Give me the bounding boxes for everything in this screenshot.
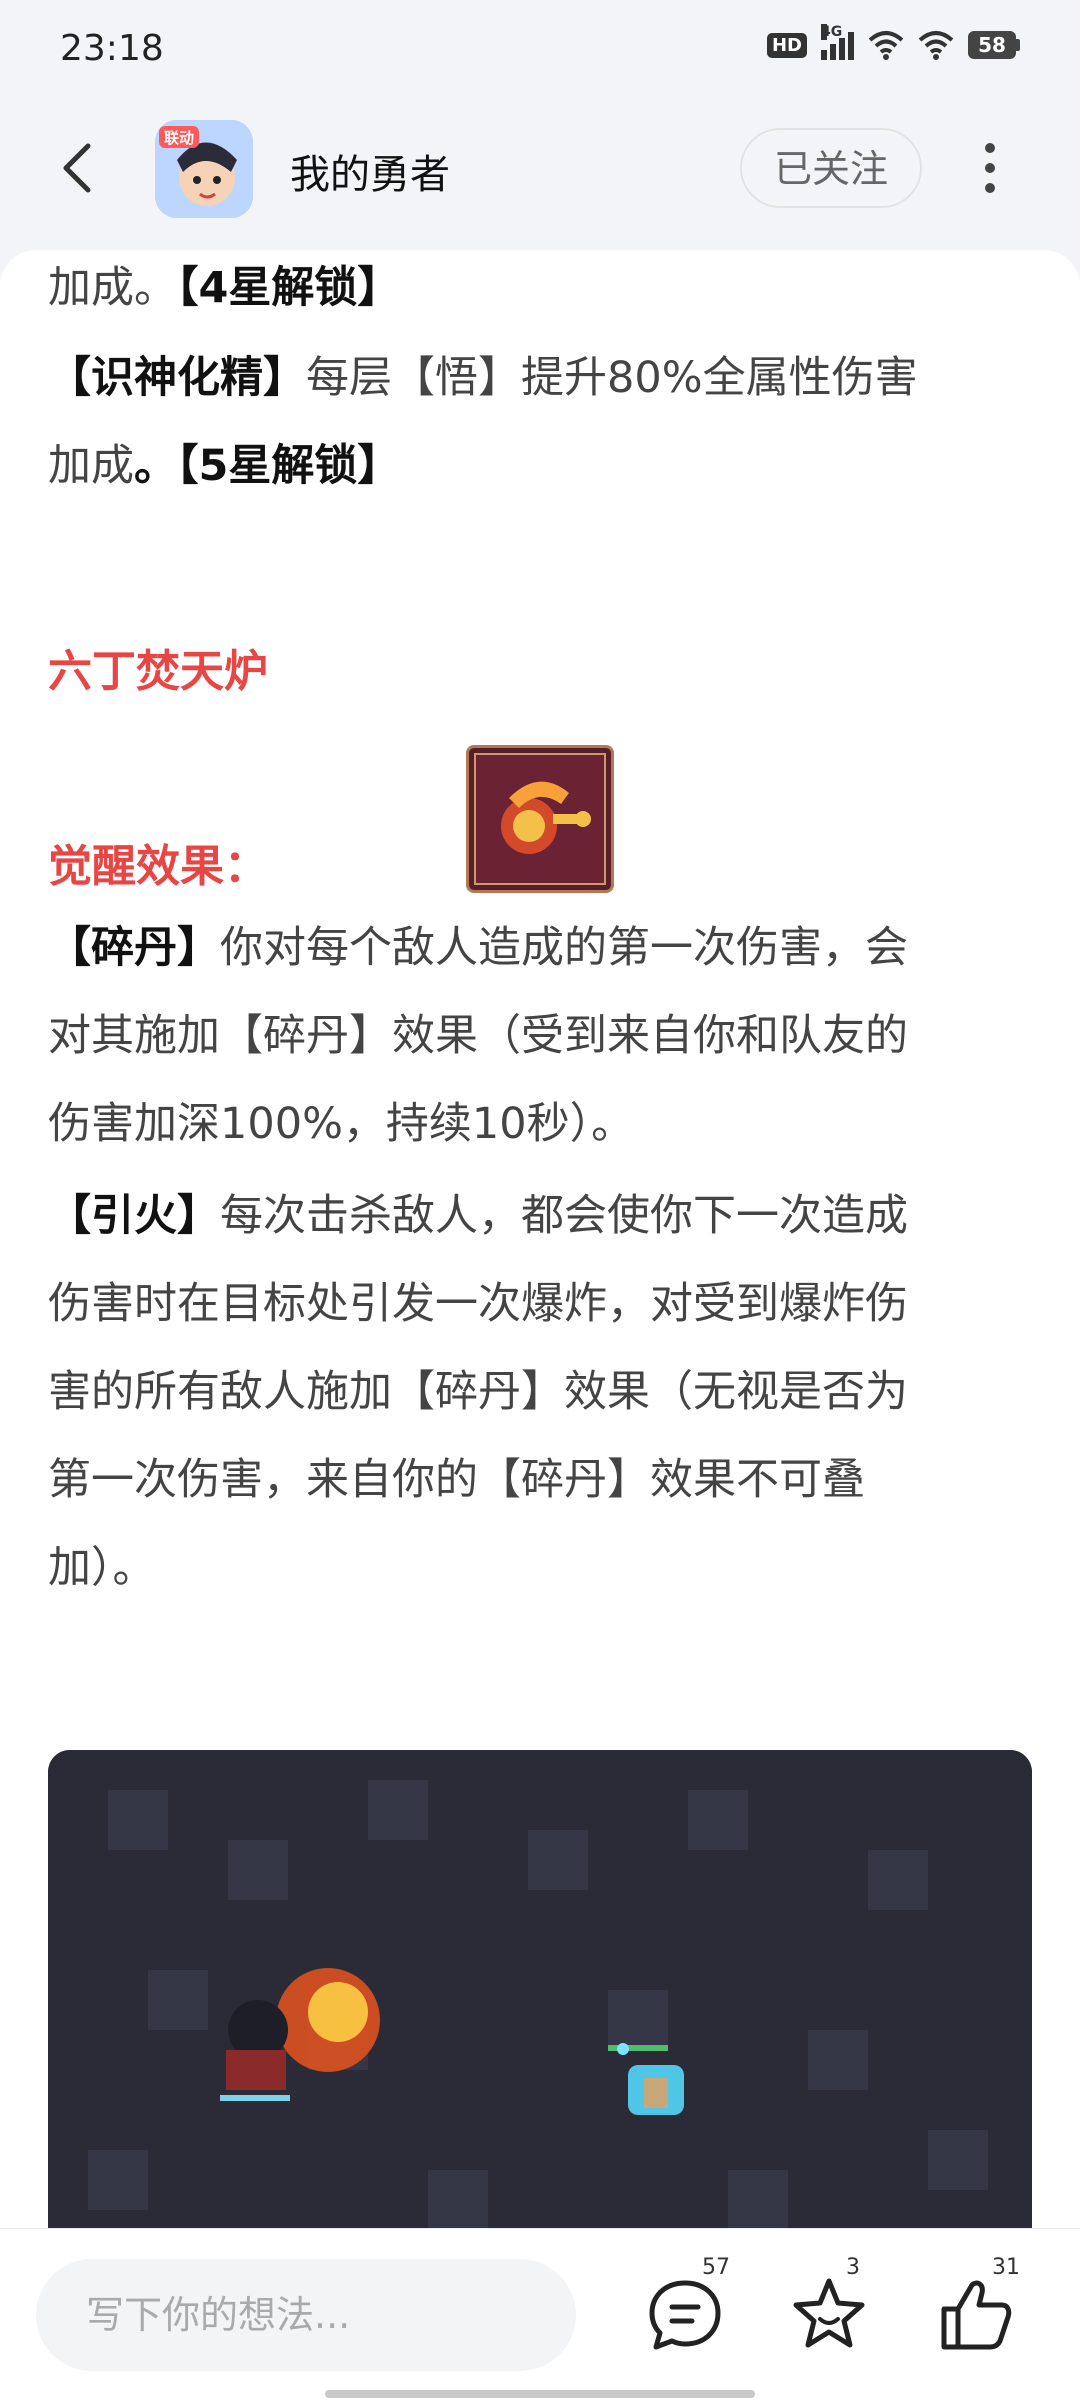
app-icon[interactable]: 联动 (155, 120, 253, 218)
status-time: 23:18 (60, 28, 164, 69)
thumbs-up-icon (941, 2280, 1012, 2350)
text-normal: 加成。 (48, 263, 177, 313)
paragraph-suidan: 【碎丹】你对每个敌人造成的第一次伤害，会 对其施加【碎丹】效果（受到来自你和队友… (48, 904, 1032, 1168)
like-button[interactable]: 31 (930, 2255, 1020, 2359)
text-normal: 你对每个敌人造成的第一次伤害，会 (220, 923, 908, 973)
text-bold: 【引火】 (48, 1191, 220, 1241)
wifi-icon-secondary (918, 31, 954, 60)
gameplay-screenshot[interactable] (48, 1750, 1032, 2230)
comment-icon (649, 2280, 721, 2350)
effect-title: 觉醒效果： (48, 841, 268, 892)
network-label: 4G (821, 24, 843, 40)
home-indicator[interactable] (325, 2390, 755, 2398)
text-normal: 对其施加【碎丹】效果（受到来自你和队友的 (48, 1011, 908, 1061)
bottom-action-bar: 写下你的想法... 57 3 31 (0, 2228, 1080, 2401)
paragraph-shishen: 【识神化精】每层【悟】提升80%全属性伤害 加成。【5星解锁】 (48, 334, 1032, 510)
page-title: 我的勇者 (290, 152, 450, 198)
hd-icon: HD (766, 32, 807, 58)
text-bold: 【碎丹】 (48, 923, 220, 973)
text-bold: 【识神化精】 (48, 353, 306, 403)
favorite-button[interactable]: 3 (784, 2255, 874, 2359)
battery-level: 58 (968, 31, 1016, 59)
paragraph-4star: 加成。【4星解锁】 (48, 250, 1032, 332)
text-normal: 每层【悟】提升80%全属性伤害 (306, 353, 918, 403)
text-normal: 加成 (48, 441, 134, 491)
header: 联动 我的勇者 已关注 (0, 100, 1080, 250)
status-bar: 23:18 HD 4G 58 (0, 0, 1080, 100)
star-icon (793, 2278, 865, 2348)
status-icons: HD 4G 58 (766, 24, 1020, 60)
app-icon-badge: 联动 (164, 129, 194, 147)
wifi-icon (868, 31, 904, 60)
signal-icon: 4G (821, 24, 854, 60)
app-icon-art: 联动 (155, 120, 253, 218)
battery-icon: 58 (968, 31, 1020, 59)
more-options-icon[interactable] (965, 138, 1015, 198)
paragraph-yinhuo: 【引火】每次击杀敌人，都会使你下一次造成 伤害时在目标处引发一次爆炸，对受到爆炸… (48, 1172, 1032, 1612)
text-bold: 【4星解锁】 (177, 263, 401, 313)
text-normal: 害的所有敌人施加【碎丹】效果（无视是否为 (48, 1367, 908, 1417)
text-normal: 第一次伤害，来自你的【碎丹】效果不可叠 (48, 1455, 865, 1505)
follow-button[interactable]: 已关注 (740, 128, 922, 208)
back-button[interactable] (50, 138, 110, 198)
text-normal: 加）。 (48, 1543, 156, 1593)
item-icon-image[interactable] (466, 745, 614, 893)
gameplay-image (48, 1750, 1032, 2230)
favorite-count: 3 (846, 2255, 860, 2280)
furnace-icon (474, 753, 606, 885)
text-normal: 伤害时在目标处引发一次爆炸，对受到爆炸伤 (48, 1279, 908, 1329)
text-normal: 每次击杀敌人，都会使你下一次造成 (220, 1191, 908, 1241)
article-content: 加成。【4星解锁】 【识神化精】每层【悟】提升80%全属性伤害 加成。【5星解锁… (0, 250, 1080, 2230)
text-bold: 。【5星解锁】 (134, 441, 401, 491)
text-normal: 伤害加深100%，持续10秒）。 (48, 1099, 635, 1149)
comment-count: 57 (702, 2255, 730, 2280)
like-count: 31 (992, 2255, 1020, 2280)
section-title: 六丁焚天炉 (48, 646, 268, 697)
comment-button[interactable]: 57 (640, 2255, 730, 2359)
comment-input[interactable]: 写下你的想法... (36, 2259, 576, 2371)
